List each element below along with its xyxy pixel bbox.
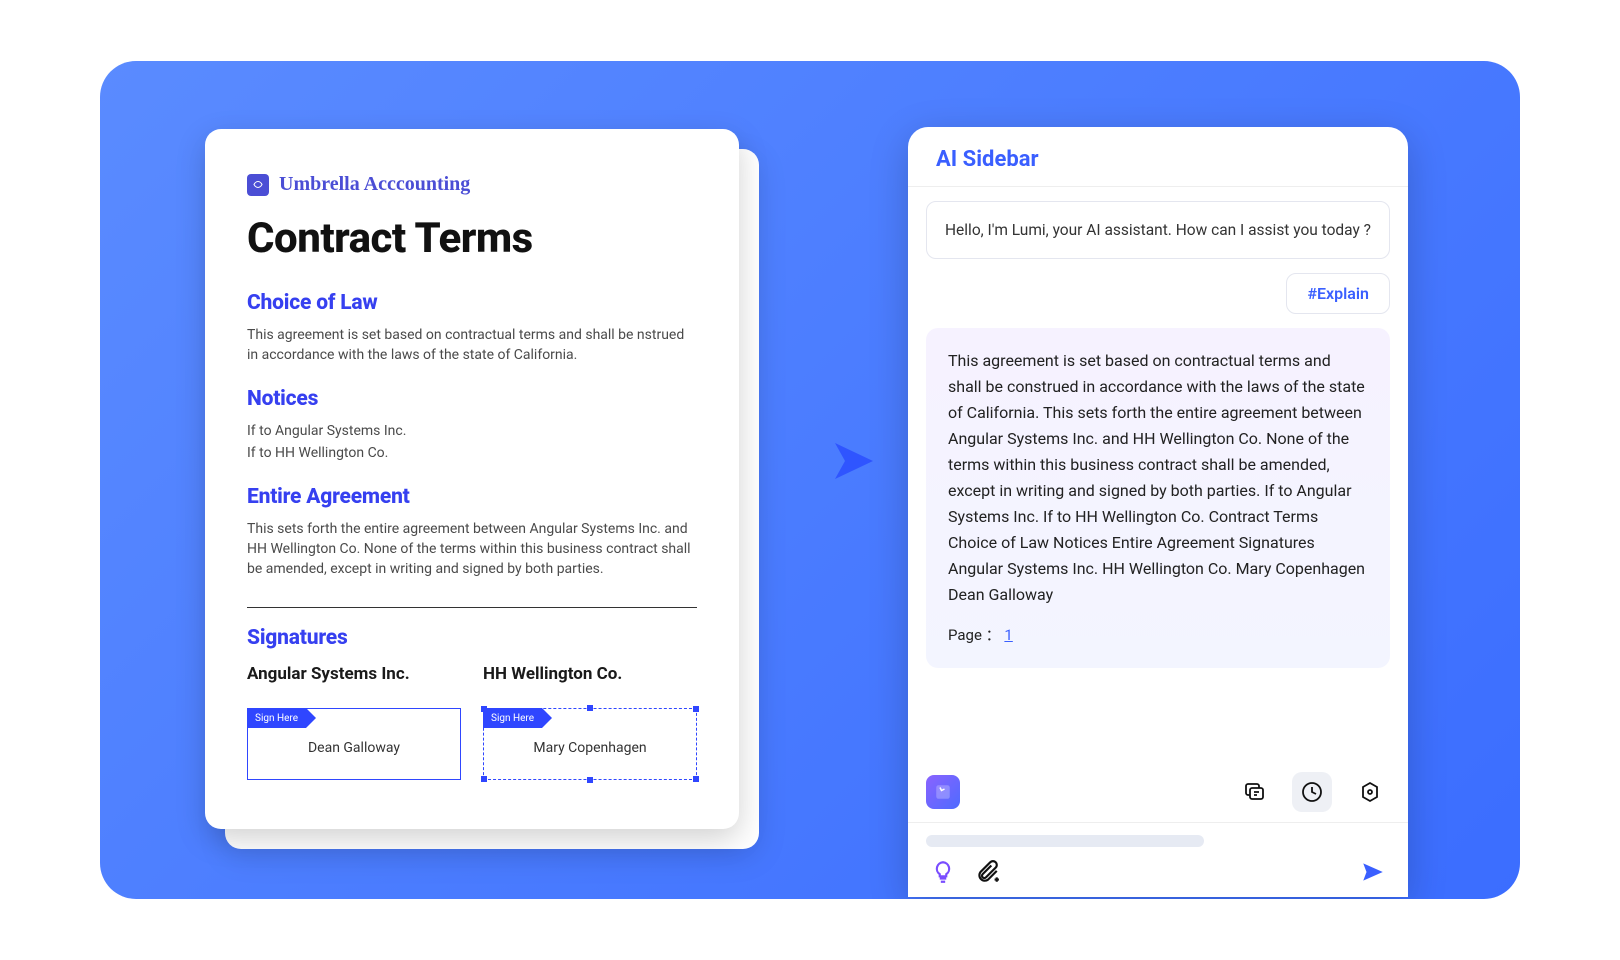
sign-here-tag-2: Sign Here (483, 708, 542, 728)
signature-company-2: HH Wellington Co. (483, 664, 697, 684)
section-heading-entire-agreement: Entire Agreement (247, 485, 697, 509)
sidebar-tool-row (908, 762, 1408, 823)
signature-col-2: HH Wellington Co. Sign Here Mary Copenha… (483, 664, 697, 780)
signature-name-1: Dean Galloway (308, 732, 400, 756)
divider (247, 607, 697, 608)
copy-chat-icon[interactable] (1234, 772, 1274, 812)
sidebar-body: Hello, I'm Lumi, your AI assistant. How … (908, 187, 1408, 762)
notices-line-1: If to Angular Systems Inc. (247, 421, 697, 441)
app-canvas: Umbrella Acccounting Contract Terms Choi… (100, 61, 1520, 899)
brand-name: Umbrella Acccounting (279, 173, 470, 196)
history-clock-icon[interactable] (1292, 772, 1332, 812)
section-heading-choice-of-law: Choice of Law (247, 291, 697, 315)
settings-hex-icon[interactable] (1350, 772, 1390, 812)
signature-name-2: Mary Copenhagen (533, 732, 646, 756)
ai-greeting-bubble: Hello, I'm Lumi, your AI assistant. How … (926, 201, 1390, 259)
section-body-choice-of-law: This agreement is set based on contractu… (247, 325, 697, 365)
ai-sidebar: AI Sidebar Hello, I'm Lumi, your AI assi… (908, 127, 1408, 897)
section-heading-signatures: Signatures (247, 626, 697, 650)
signature-box-2-selected[interactable]: Sign Here Mary Copenhagen (483, 708, 697, 780)
page-number-link[interactable]: 1 (1004, 626, 1012, 644)
brand-logo-icon (247, 174, 269, 196)
document-stack: Umbrella Acccounting Contract Terms Choi… (205, 129, 739, 829)
idea-bulb-icon[interactable] (930, 859, 956, 889)
signature-box-1[interactable]: Sign Here Dean Galloway (247, 708, 461, 780)
input-area[interactable] (908, 823, 1408, 847)
signature-col-1: Angular Systems Inc. Sign Here Dean Gall… (247, 664, 461, 780)
ai-response-card: This agreement is set based on contractu… (926, 328, 1390, 668)
document-title: Contract Terms (247, 214, 697, 263)
notices-line-2: If to HH Wellington Co. (247, 443, 697, 463)
command-chip-row: #Explain (926, 273, 1390, 314)
section-body-entire-agreement: This sets forth the entire agreement bet… (247, 519, 697, 579)
signature-company-1: Angular Systems Inc. (247, 664, 461, 684)
input-placeholder-skeleton (926, 835, 1204, 847)
document-card: Umbrella Acccounting Contract Terms Choi… (205, 129, 739, 829)
signatures-row: Angular Systems Inc. Sign Here Dean Gall… (247, 664, 697, 780)
page-indicator: Page ： 1 (948, 622, 1368, 648)
section-heading-notices: Notices (247, 387, 697, 411)
sidebar-footer (908, 847, 1408, 897)
arrow-icon (795, 431, 875, 495)
page-label: Page ： (948, 626, 1001, 644)
attachment-clip-icon[interactable] (974, 859, 1000, 889)
send-icon[interactable] (1360, 859, 1386, 889)
ai-response-text: This agreement is set based on contractu… (948, 348, 1368, 608)
brand-row: Umbrella Acccounting (247, 173, 697, 196)
sidebar-header: AI Sidebar (908, 127, 1408, 187)
sidebar-title: AI Sidebar (936, 147, 1380, 172)
explain-command-chip[interactable]: #Explain (1286, 273, 1390, 314)
app-launcher-icon[interactable] (926, 775, 960, 809)
sign-here-tag-1: Sign Here (247, 708, 306, 728)
